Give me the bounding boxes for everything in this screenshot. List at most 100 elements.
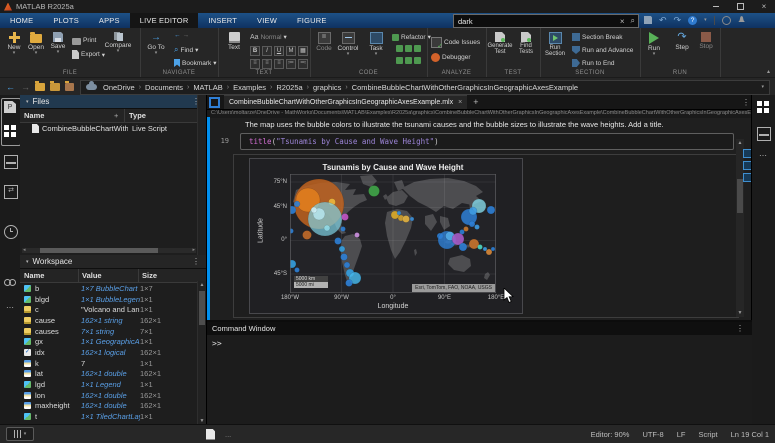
- close-button[interactable]: ×: [753, 0, 775, 13]
- editor-tab[interactable]: CombineBubbleChartWithOtherGraphicsInGeo…: [224, 95, 467, 109]
- wrap-icon[interactable]: [414, 45, 421, 52]
- files-vertical-scrollbar[interactable]: [197, 95, 206, 255]
- column-size[interactable]: Size: [142, 271, 157, 280]
- tsunami-bubble[interactable]: [290, 206, 296, 214]
- breadcrumb-item[interactable]: R2025a: [274, 83, 304, 92]
- workspace-row[interactable]: b1×7 BubbleChart1×7: [20, 283, 206, 294]
- back-icon[interactable]: ←: [174, 32, 181, 39]
- italic-button[interactable]: I: [262, 46, 272, 56]
- tsunami-bubble[interactable]: [478, 245, 483, 250]
- minimize-button[interactable]: [705, 0, 727, 13]
- document-status-icon[interactable]: [206, 429, 215, 440]
- indent-icon[interactable]: [396, 57, 403, 64]
- close-tab-icon[interactable]: ×: [458, 99, 462, 106]
- workspace-row[interactable]: lat162×1 double162×1: [20, 369, 206, 380]
- breadcrumb-item[interactable]: CombineBubbleChartWithOtherGraphicsInGeo…: [350, 83, 580, 92]
- smart-indent-icon[interactable]: [396, 45, 403, 52]
- toolstrip-tab-figure[interactable]: FIGURE: [287, 13, 337, 28]
- column-divider[interactable]: [138, 269, 139, 282]
- save-icon[interactable]: [644, 16, 652, 24]
- find-tests-button[interactable]: Find Tests: [514, 32, 538, 55]
- monospace-button[interactable]: M: [286, 46, 296, 56]
- column-name[interactable]: Name: [20, 111, 44, 120]
- tsunami-bubble[interactable]: [341, 254, 348, 261]
- tsunami-bubble[interactable]: [459, 243, 467, 251]
- open-button[interactable]: Open▾: [24, 32, 48, 55]
- more-panels-icon[interactable]: ⋯: [4, 303, 16, 315]
- workspace-vertical-scrollbar[interactable]: ▲ ▼: [197, 281, 206, 425]
- format-code-icon[interactable]: [414, 57, 421, 64]
- underline-button[interactable]: U: [274, 46, 284, 56]
- new-folder-icon[interactable]: [35, 83, 45, 91]
- files-panel-icon[interactable]: P: [4, 101, 16, 113]
- print-button[interactable]: Print: [72, 36, 96, 45]
- history-icon[interactable]: [4, 225, 18, 239]
- tsunami-bubble[interactable]: [355, 233, 360, 238]
- tsunami-bubble[interactable]: [410, 217, 414, 221]
- tsunami-bubble[interactable]: [342, 214, 349, 221]
- files-horizontal-scrollbar[interactable]: ◂ ▸: [22, 248, 196, 253]
- bold-button[interactable]: B: [250, 46, 260, 56]
- document-tile-icon[interactable]: [209, 97, 220, 108]
- workspace-menu-icon[interactable]: ⋮: [192, 257, 206, 266]
- editor-menu-icon[interactable]: ⋮: [742, 98, 750, 107]
- status-more-icon[interactable]: ...: [225, 430, 231, 439]
- code-issues-button[interactable]: Code Issues: [431, 37, 480, 48]
- tsunami-bubble[interactable]: [475, 225, 480, 230]
- scroll-down-icon[interactable]: ▼: [736, 310, 744, 316]
- workspace-row[interactable]: causes7×1 string7×1: [20, 326, 206, 337]
- breadcrumb-item[interactable]: OneDrive: [101, 83, 137, 92]
- workspace-panel-icon[interactable]: [4, 125, 16, 137]
- workspace-row[interactable]: maxheight162×1 double162×1: [20, 401, 206, 412]
- stop-button[interactable]: Stop: [694, 32, 718, 50]
- forward-icon[interactable]: →: [183, 32, 190, 39]
- command-window-menu-icon[interactable]: ⋮: [731, 324, 752, 333]
- clear-search-icon[interactable]: ×: [617, 17, 628, 26]
- run-section-button[interactable]: Run Section: [542, 32, 568, 57]
- tsunami-bubble[interactable]: [487, 206, 495, 214]
- collapse-icon[interactable]: ▾: [20, 99, 33, 105]
- tsunami-bubble[interactable]: [491, 247, 495, 251]
- collapse-icon[interactable]: ▾: [20, 259, 33, 265]
- community-icon[interactable]: [4, 277, 16, 289]
- workspace-row[interactable]: gx1×1 GeographicA...1×1: [20, 336, 206, 347]
- generate-test-button[interactable]: Generate Test: [488, 32, 512, 55]
- toolstrip-tab-insert[interactable]: INSERT: [198, 13, 247, 28]
- panel-toggle-button[interactable]: ▾: [6, 427, 34, 441]
- text-style-select[interactable]: AaNormal▾: [250, 33, 287, 41]
- help-icon[interactable]: ?: [688, 16, 697, 25]
- run-to-end-button[interactable]: Run to End: [572, 59, 615, 67]
- workspace-row[interactable]: c"Volcano and Lan...1×1: [20, 304, 206, 315]
- profile-icon[interactable]: [722, 16, 731, 25]
- figure-output[interactable]: Tsunamis by Cause and Wave Height: [249, 158, 523, 314]
- new-tab-icon[interactable]: +: [467, 97, 484, 107]
- new-button[interactable]: New▾: [2, 32, 26, 55]
- save-button[interactable]: Save▾: [46, 32, 70, 54]
- geographic-axes[interactable]: 5000 km 5000 mi Esri, TomTom, FAO, NOAA,…: [290, 174, 496, 293]
- run-button[interactable]: Run▾: [642, 32, 666, 56]
- collapse-ribbon-icon[interactable]: ▴: [767, 68, 770, 75]
- maximize-button[interactable]: [729, 0, 751, 13]
- tsunami-bubble[interactable]: [294, 201, 300, 207]
- color-button[interactable]: ▦: [298, 46, 308, 56]
- workspace-row[interactable]: lgd1×1 Legend1×1: [20, 379, 206, 390]
- text-button[interactable]: Text: [222, 32, 246, 51]
- tsunami-bubble[interactable]: [295, 268, 300, 273]
- forward-icon[interactable]: →: [21, 82, 30, 92]
- live-script-text[interactable]: The map uses the bubble colors to illust…: [245, 120, 708, 129]
- code-block[interactable]: title("Tsunamis by Cause and Wave Height…: [240, 133, 734, 150]
- comment-icon[interactable]: [405, 45, 412, 52]
- column-value[interactable]: Value: [82, 271, 102, 280]
- tsunami-bubble[interactable]: [324, 225, 330, 231]
- breadcrumb-item[interactable]: Documents: [143, 83, 185, 92]
- address-field[interactable]: OneDrive›Documents›MATLAB›Examples›R2025…: [80, 80, 770, 95]
- tsunami-bubble[interactable]: [346, 280, 353, 287]
- align-center-icon[interactable]: ≡: [262, 59, 272, 69]
- code-line[interactable]: title("Tsunamis by Cause and Wave Height…: [241, 134, 733, 146]
- workspace-row[interactable]: ✓idx162×1 logical162×1: [20, 347, 206, 358]
- breadcrumb-item[interactable]: graphics: [311, 83, 343, 92]
- help-dropdown-icon[interactable]: ▾: [704, 17, 707, 23]
- search-icon[interactable]: ⌕: [628, 16, 638, 26]
- column-type[interactable]: Type: [129, 111, 146, 120]
- align-right-icon[interactable]: ≡: [274, 59, 284, 69]
